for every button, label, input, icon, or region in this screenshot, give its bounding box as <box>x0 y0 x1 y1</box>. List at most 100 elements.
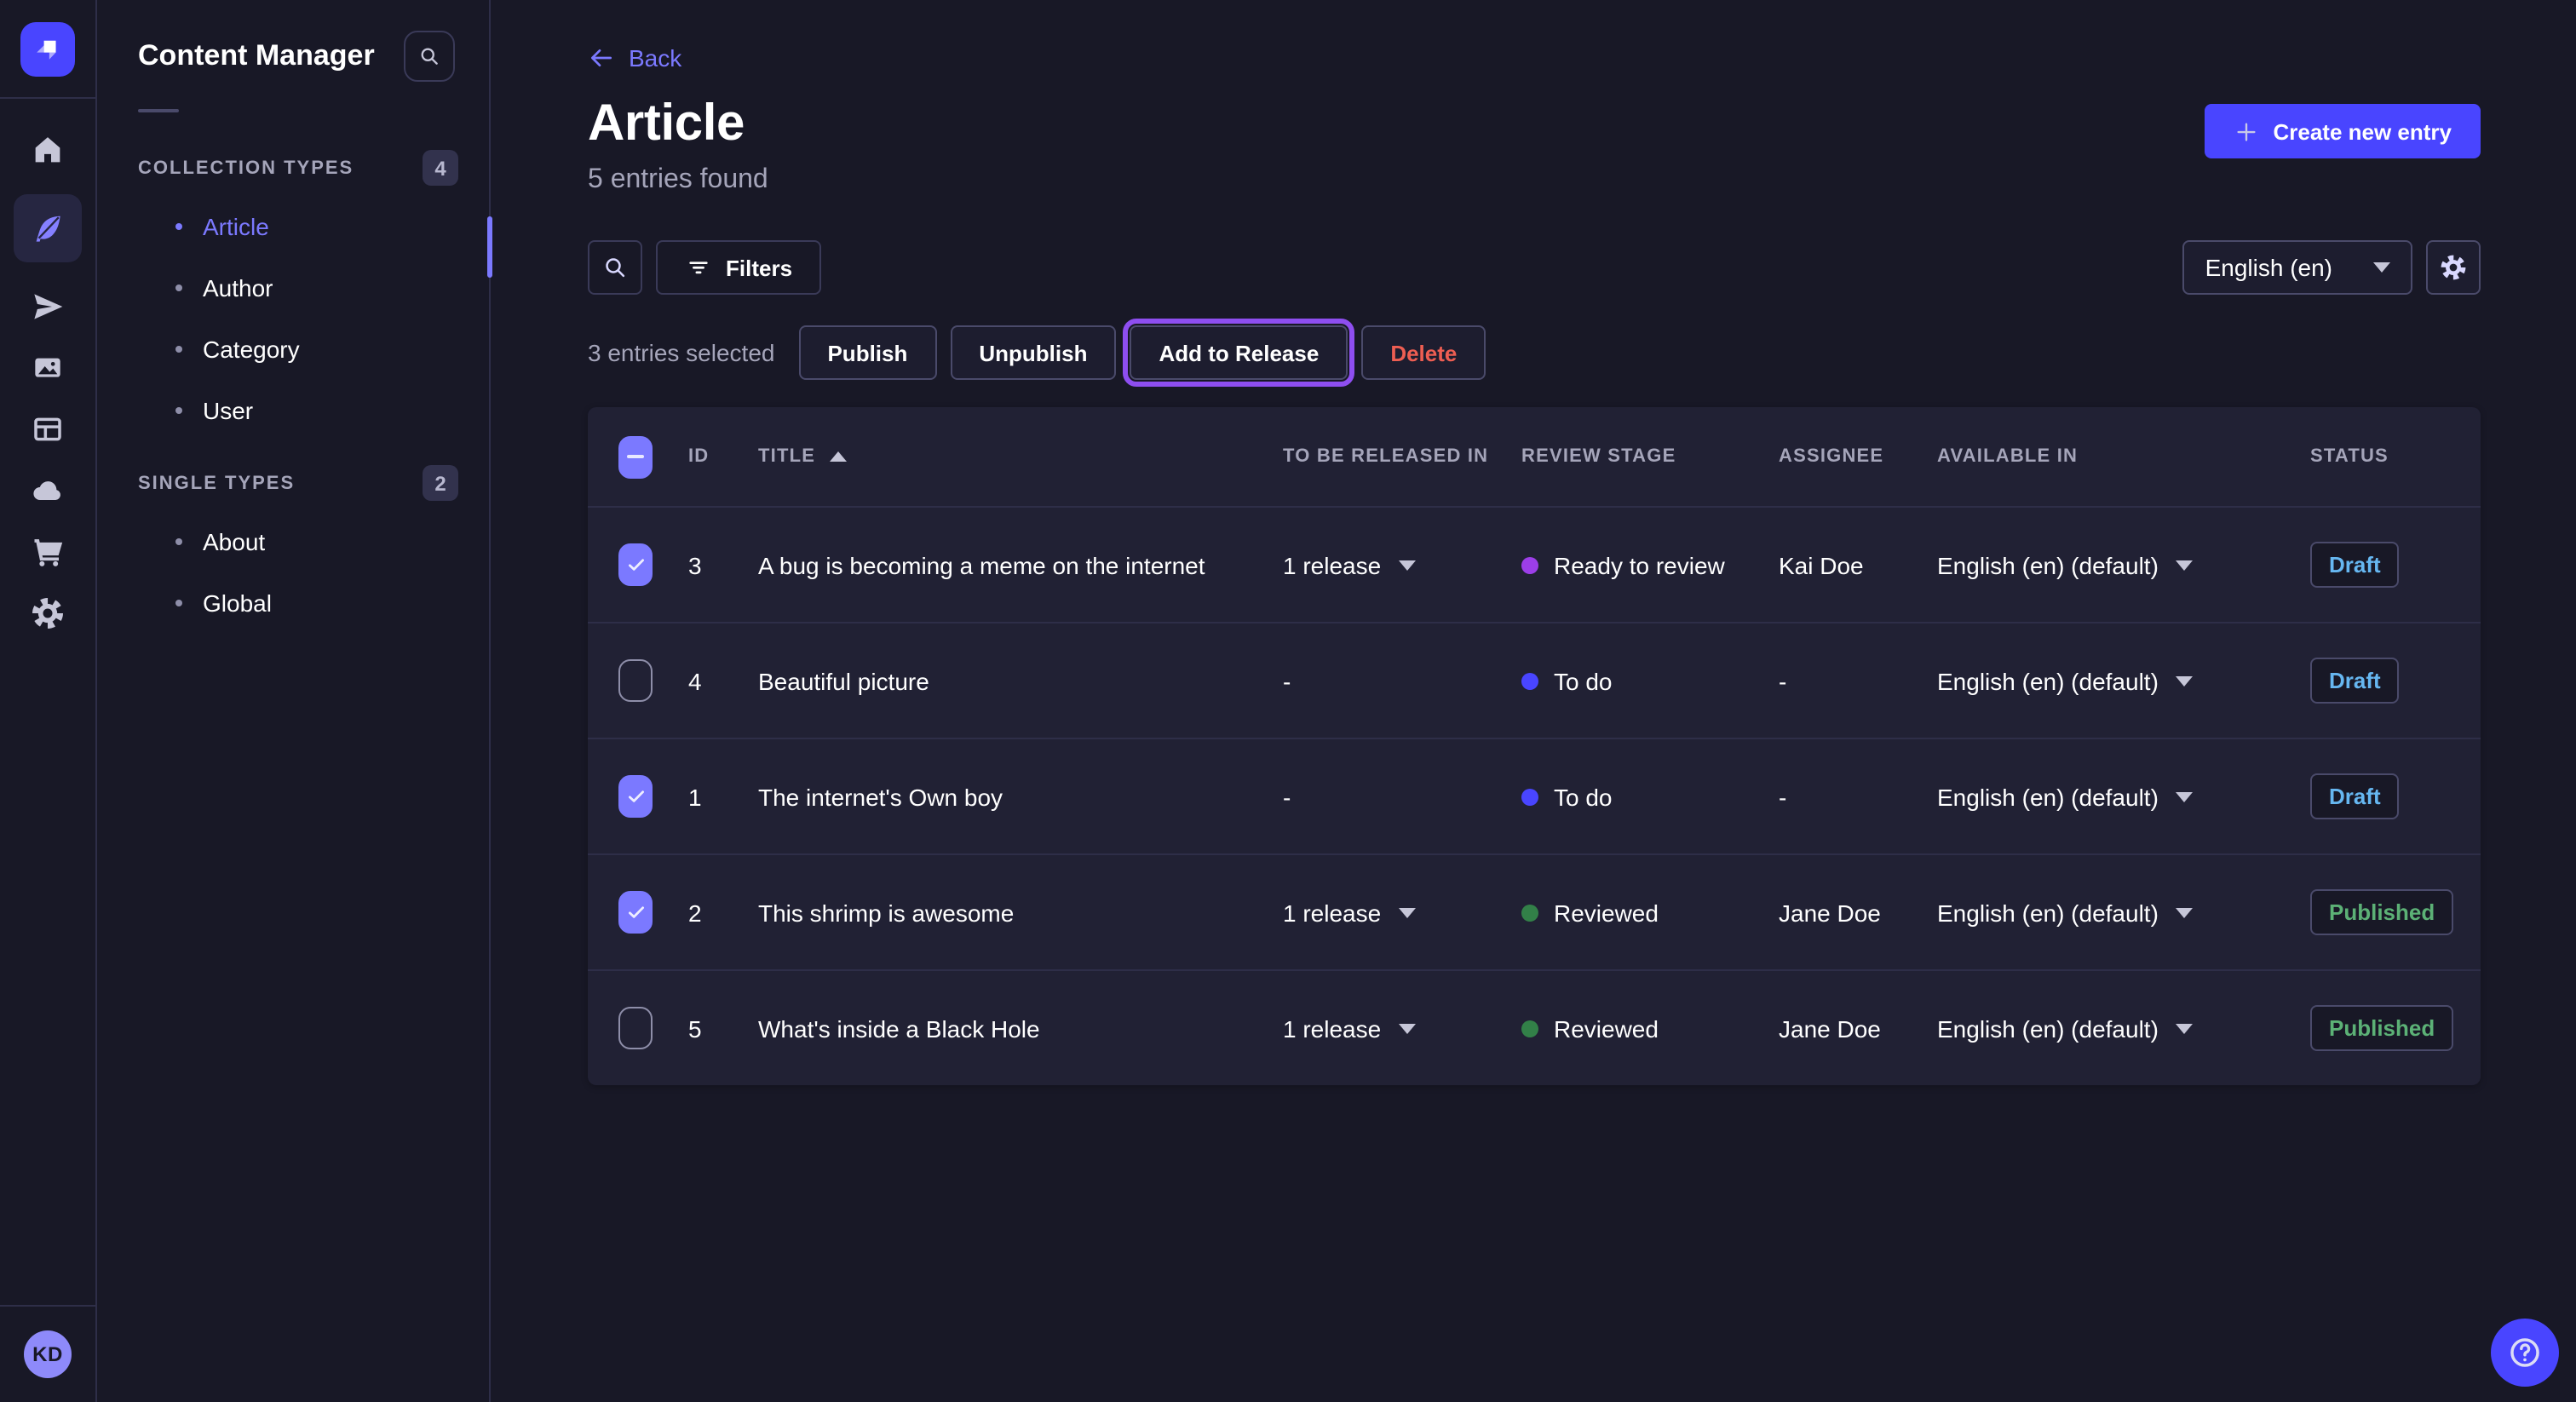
select-all-checkbox[interactable] <box>618 435 653 478</box>
table-row[interactable]: 2 This shrimp is awesome 1 release Revie… <box>588 853 2481 969</box>
column-header-title[interactable]: TITLE <box>758 446 1283 467</box>
cell-id: 3 <box>688 551 758 578</box>
selection-count-label: 3 entries selected <box>588 339 774 366</box>
stage-dot-icon <box>1521 672 1538 689</box>
media-library-icon[interactable] <box>31 351 65 385</box>
chevron-down-icon[interactable] <box>2176 675 2193 686</box>
section-label: SINGLE TYPES <box>138 473 295 493</box>
section-count-badge: 4 <box>423 150 458 186</box>
chevron-down-icon[interactable] <box>2176 1023 2193 1033</box>
main-nav-icons <box>14 99 82 1305</box>
send-icon[interactable] <box>31 290 65 324</box>
sidebar-item-author[interactable]: Author <box>138 257 489 319</box>
bullet-icon <box>175 284 182 291</box>
section-label: COLLECTION TYPES <box>138 158 354 178</box>
marketplace-cart-icon[interactable] <box>31 535 65 569</box>
row-checkbox[interactable] <box>618 659 653 702</box>
cell-assignee: Kai Doe <box>1779 551 1937 578</box>
chevron-down-icon[interactable] <box>1398 1023 1415 1033</box>
content-manager-icon[interactable] <box>14 194 82 262</box>
home-icon[interactable] <box>31 133 65 167</box>
chevron-down-icon <box>2373 262 2390 273</box>
cell-id: 5 <box>688 1014 758 1042</box>
cloud-icon[interactable] <box>31 474 65 508</box>
row-checkbox[interactable] <box>618 775 653 818</box>
sidebar-section: SINGLE TYPES 2 About Global <box>138 445 489 634</box>
strapi-logo-icon[interactable] <box>20 21 75 76</box>
table-row[interactable]: 1 The internet's Own boy - To do - Engli… <box>588 738 2481 853</box>
column-header-available-in[interactable]: AVAILABLE IN <box>1937 446 2310 467</box>
column-header-status[interactable]: STATUS <box>2310 446 2481 467</box>
row-checkbox[interactable] <box>618 891 653 934</box>
add-to-release-button[interactable]: Add to Release <box>1130 325 1348 380</box>
section-count-badge: 2 <box>423 465 458 501</box>
chevron-down-icon[interactable] <box>2176 791 2193 802</box>
search-entries-button[interactable] <box>588 240 642 295</box>
content-builder-icon[interactable] <box>31 412 65 446</box>
column-header-id[interactable]: ID <box>688 446 758 467</box>
locale-select[interactable]: English (en) <box>2183 240 2412 295</box>
sidebar-item-category[interactable]: Category <box>138 319 489 380</box>
table-row[interactable]: 5 What's inside a Black Hole 1 release R… <box>588 969 2481 1085</box>
cell-review-stage: Ready to review <box>1521 551 1779 578</box>
cell-assignee: Jane Doe <box>1779 899 1937 926</box>
user-avatar[interactable]: KD <box>24 1330 72 1378</box>
row-checkbox[interactable] <box>618 1007 653 1049</box>
column-header-assignee[interactable]: ASSIGNEE <box>1779 446 1937 467</box>
sidebar-section: COLLECTION TYPES 4 Article Author Catego… <box>138 129 489 441</box>
section-items: About Global <box>138 511 489 634</box>
cell-review-stage: Reviewed <box>1521 1014 1779 1042</box>
status-badge: Draft <box>2310 658 2400 704</box>
column-header-released-in[interactable]: TO BE RELEASED IN <box>1283 446 1521 467</box>
sidebar-item-user[interactable]: User <box>138 380 489 441</box>
cell-released-in: 1 release <box>1283 1014 1521 1042</box>
main-content: Back Article 5 entries found Create new … <box>491 0 2576 1402</box>
sidebar-item-about[interactable]: About <box>138 511 489 572</box>
cell-review-stage: Reviewed <box>1521 899 1779 926</box>
table-header-row: ID TITLE TO BE RELEASED IN REVIEW STAGE … <box>588 407 2481 508</box>
status-badge: Draft <box>2310 773 2400 819</box>
cell-available-in: English (en) (default) <box>1937 899 2310 926</box>
cell-released-in: 1 release <box>1283 551 1521 578</box>
chevron-down-icon[interactable] <box>2176 560 2193 570</box>
cell-title: This shrimp is awesome <box>758 899 1283 926</box>
cell-id: 4 <box>688 667 758 694</box>
sort-asc-icon <box>829 451 846 462</box>
cell-available-in: English (en) (default) <box>1937 551 2310 578</box>
chevron-down-icon[interactable] <box>2176 907 2193 917</box>
app-window: KD Content Manager COLLECTION TYPES 4 Ar… <box>0 0 2576 1402</box>
unpublish-button[interactable]: Unpublish <box>950 325 1116 380</box>
back-link[interactable]: Back <box>588 44 681 72</box>
stage-dot-icon <box>1521 1020 1538 1037</box>
table-row[interactable]: 3 A bug is becoming a meme on the intern… <box>588 508 2481 622</box>
cell-released-in: - <box>1283 783 1521 810</box>
publish-button[interactable]: Publish <box>798 325 936 380</box>
bullet-icon <box>175 538 182 545</box>
cell-title: Beautiful picture <box>758 667 1283 694</box>
bullet-icon <box>175 223 182 230</box>
chevron-down-icon[interactable] <box>1398 560 1415 570</box>
sidebar-divider <box>138 109 179 112</box>
delete-button[interactable]: Delete <box>1361 325 1486 380</box>
cell-available-in: English (en) (default) <box>1937 1014 2310 1042</box>
sidebar-item-global[interactable]: Global <box>138 572 489 634</box>
sidebar-search-button[interactable] <box>404 31 455 82</box>
row-checkbox[interactable] <box>618 543 653 586</box>
chevron-down-icon[interactable] <box>1398 907 1415 917</box>
question-circle-icon <box>2506 1334 2544 1371</box>
help-button[interactable] <box>2491 1319 2559 1387</box>
avatar-block: KD <box>0 1305 95 1402</box>
sidebar-item-article[interactable]: Article <box>138 196 489 257</box>
cell-available-in: English (en) (default) <box>1937 783 2310 810</box>
filters-button[interactable]: Filters <box>656 240 821 295</box>
bullet-icon <box>175 600 182 606</box>
settings-gear-icon[interactable] <box>31 596 65 630</box>
cell-assignee: - <box>1779 783 1937 810</box>
view-settings-button[interactable] <box>2426 240 2481 295</box>
table-row[interactable]: 4 Beautiful picture - To do - English (e… <box>588 622 2481 738</box>
filter-icon <box>685 254 712 281</box>
stage-dot-icon <box>1521 904 1538 921</box>
create-new-entry-button[interactable]: Create new entry <box>2205 104 2481 158</box>
status-badge: Published <box>2310 1005 2453 1051</box>
column-header-review-stage[interactable]: REVIEW STAGE <box>1521 446 1779 467</box>
